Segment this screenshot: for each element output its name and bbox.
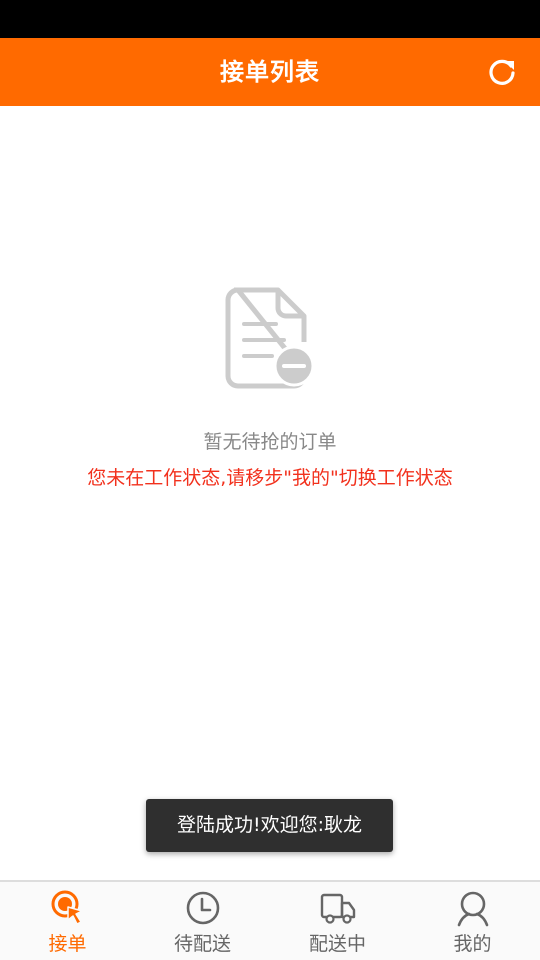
work-status-warning: 您未在工作状态,请移步"我的"切换工作状态 (87, 467, 453, 489)
order-list-empty-state: 暂无待抢的订单 您未在工作状态,请移步"我的"切换工作状态 (0, 106, 540, 880)
app-header: 接单列表 (0, 38, 540, 106)
user-icon (457, 891, 488, 927)
tab-label: 待配送 (173, 933, 231, 955)
login-toast: 登陆成功!欢迎您:耿龙 (146, 799, 393, 852)
bottom-tab-bar: 接单 待配送 配送中 我的 (0, 880, 540, 960)
tab-label: 我的 (453, 933, 492, 955)
tab-label: 配送中 (308, 933, 366, 955)
status-bar (0, 0, 540, 38)
tab-accept-orders[interactable]: 接单 (0, 882, 135, 960)
tab-label: 接单 (48, 933, 87, 955)
clock-icon (186, 891, 219, 925)
empty-message: 暂无待抢的订单 (203, 431, 337, 453)
empty-document-icon (225, 287, 315, 389)
truck-icon (320, 893, 355, 924)
refresh-button[interactable] (486, 56, 518, 88)
tab-pending-delivery[interactable]: 待配送 (135, 882, 270, 960)
tab-mine[interactable]: 我的 (405, 882, 540, 960)
touch-pointer-icon (51, 890, 83, 925)
tab-delivering[interactable]: 配送中 (270, 882, 405, 960)
page-title: 接单列表 (220, 58, 320, 86)
refresh-icon (489, 59, 515, 85)
